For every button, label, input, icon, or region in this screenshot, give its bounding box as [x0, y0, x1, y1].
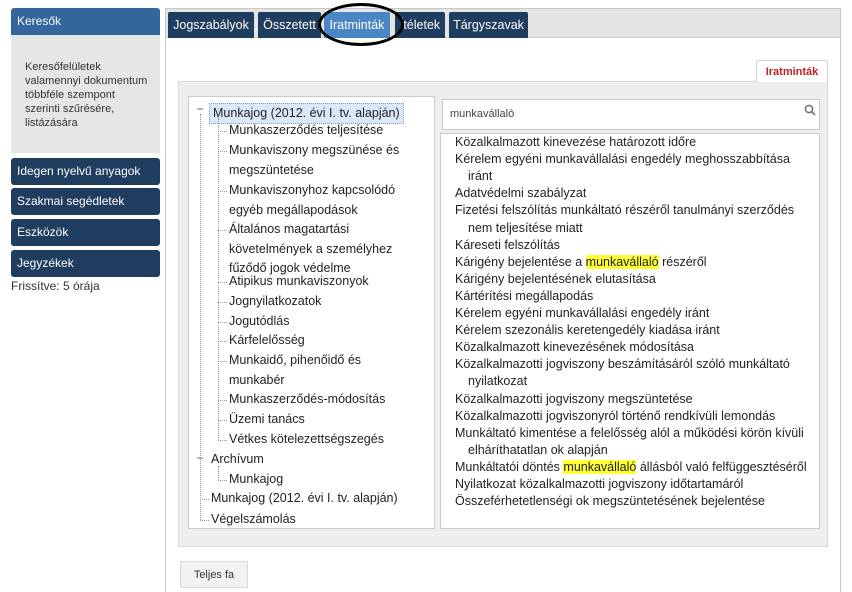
tab-legislation[interactable]: Jogszabályok	[168, 12, 254, 38]
sidebar-search-button[interactable]: Keresők	[11, 8, 160, 35]
tree-node-child[interactable]: Jogutódlás	[229, 312, 289, 331]
tree-node-child[interactable]: egyéb megállapodások	[229, 201, 358, 220]
updated-status: Frissítve: 5 órája	[11, 279, 100, 293]
tree-node-child[interactable]: Munkaviszony megszünése és	[229, 141, 399, 160]
sidebar-item-tools[interactable]: Eszközök	[11, 219, 160, 246]
result-item[interactable]: Kárеseti felszólítás	[455, 237, 560, 254]
result-item[interactable]: Munkáltatói döntés munkavállaló állásból…	[455, 459, 807, 476]
tree-node-child[interactable]: Általános magatartási	[229, 220, 349, 239]
result-item[interactable]: Közalkalmazotti jogviszonyról történő re…	[455, 408, 775, 425]
sidebar-search-description-line: listázására	[25, 117, 78, 129]
tree-node-child[interactable]: Munkajog	[229, 470, 283, 489]
search-icon[interactable]	[804, 104, 816, 116]
result-item[interactable]: Kérelem egyéni munkavállalási engedély i…	[455, 305, 709, 322]
tab-keywords[interactable]: Tárgyszavak	[449, 12, 528, 38]
result-item[interactable]: Adatvédelmi szabályzat	[455, 185, 586, 202]
result-item[interactable]: Fizetési felszólítás munkáltató részéről…	[455, 202, 794, 219]
result-item[interactable]: Kárigény bejelentésének elutasítása	[455, 271, 656, 288]
tree-node-child[interactable]: Munkaidő, pihenőidő és	[229, 351, 361, 370]
tree-collapse-icon[interactable]: −	[195, 103, 205, 115]
panel-tab-document-templates[interactable]: Iratminták	[756, 60, 828, 82]
tab-document-templates[interactable]: Iratminták	[324, 12, 390, 38]
result-item[interactable]: Nyilatkozat közalkalmazotti jogviszony i…	[455, 476, 743, 493]
search-input[interactable]: munkavállaló	[442, 99, 820, 130]
result-item[interactable]: Munkáltató kimentése a felelősség alól a…	[455, 425, 804, 442]
result-item[interactable]: iránt	[468, 168, 492, 185]
result-item[interactable]: Kárigény bejelentése a munkavállaló rész…	[455, 254, 707, 271]
tree-node-child[interactable]: Atipikus munkaviszonyok	[229, 272, 369, 291]
result-item[interactable]: Összeférhetetlenségi ok megszüntetésének…	[455, 493, 765, 510]
full-tree-button[interactable]: Teljes fa	[180, 561, 248, 588]
tree-node-child[interactable]: megszüntetése	[229, 161, 314, 180]
tree-node-child[interactable]: munkabér	[229, 371, 285, 390]
sidebar-search-description-line: szerinti szűrésére,	[25, 103, 115, 115]
tree-node-child[interactable]: Munkaszerződés-módosítás	[229, 390, 385, 409]
search-highlight: munkavállaló	[585, 254, 659, 269]
result-item[interactable]: Közalkalmazotti jogviszony beszámításáró…	[455, 356, 790, 373]
tab-complex[interactable]: Összetett	[258, 12, 321, 38]
tree-node-child[interactable]: Vétkes kötelezettségszegés	[229, 430, 384, 449]
result-item[interactable]: Közalkalmazott kinevezésének módosítása	[455, 339, 694, 356]
result-item[interactable]: elháríthatatlan ok alapján	[468, 442, 608, 459]
sidebar-search-description: Keresőfelületek valamennyi dokumentum több…	[11, 35, 160, 153]
result-item[interactable]: Kártérítési megállapodás	[455, 288, 593, 305]
sidebar-search-description-line: valamennyi dokumentum	[25, 75, 148, 87]
result-item[interactable]: Kérelem szezonális keretengedély kiadása…	[455, 322, 720, 339]
result-item[interactable]: nyilatkozat	[468, 373, 527, 390]
result-item[interactable]: Közalkalmazott kinevezése határozott idő…	[455, 134, 696, 151]
tree-node-child[interactable]: Üzemi tanács	[229, 410, 305, 429]
tree-node-root-2[interactable]: Munkajog (2012. évi I. tv. alapján)	[211, 489, 398, 508]
tree-node-child[interactable]: Kárfelelősség	[229, 331, 305, 350]
search-highlight: munkavállaló	[563, 459, 637, 474]
tree-node-child[interactable]: Munkaviszonyhoz kapcsolódó	[229, 181, 395, 200]
tab-judgments[interactable]: Ítéletek	[395, 12, 445, 38]
sidebar-item-registers[interactable]: Jegyzékek	[11, 250, 160, 277]
tree-node-child[interactable]: követelmények a személyhez	[229, 240, 392, 259]
result-item[interactable]: nem teljesítése miatt	[468, 220, 583, 237]
result-item[interactable]: Közalkalmazotti jogviszony megszüntetése	[455, 391, 693, 408]
tree-node-child[interactable]: Jognyilatkozatok	[229, 292, 321, 311]
sidebar-search-description-line: többféle szempont	[25, 89, 115, 101]
sidebar-item-professional-aids[interactable]: Szakmai segédletek	[11, 188, 160, 215]
tree-node-child[interactable]: Munkaszerződés teljesítése	[229, 121, 383, 140]
tree-node-liquidation[interactable]: Végelszámolás	[211, 510, 296, 529]
result-item[interactable]: Kérelem egyéni munkavállalási engedély m…	[455, 151, 790, 168]
sidebar-search-description-line: Keresőfelületek	[25, 61, 101, 73]
sidebar-item-foreign-materials[interactable]: Idegen nyelvű anyagok	[11, 158, 160, 185]
